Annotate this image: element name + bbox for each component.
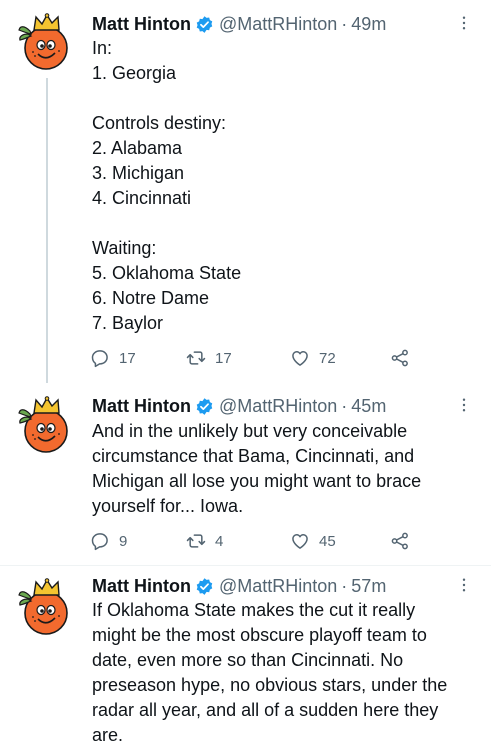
- tweet-text: If Oklahoma State makes the cut it reall…: [92, 598, 467, 748]
- like-count: 45: [319, 532, 336, 550]
- tweet-text-line: date, even more so than Cincinnati. No: [92, 650, 404, 670]
- avatar[interactable]: [16, 395, 76, 455]
- retweet-count: 4: [215, 532, 224, 550]
- tweet-text-line: 2. Alabama: [92, 138, 183, 158]
- reply-button[interactable]: 17: [90, 348, 186, 368]
- reply-count: 17: [119, 349, 136, 367]
- more-icon[interactable]: [455, 396, 473, 414]
- tweet-header: Matt Hinton @MattRHinton · 49m: [92, 12, 477, 36]
- author-handle[interactable]: @MattRHinton: [219, 574, 337, 598]
- author-name[interactable]: Matt Hinton: [92, 394, 191, 418]
- retweet-count: 17: [215, 349, 232, 367]
- like-icon: [290, 531, 310, 551]
- timeline: Matt Hinton @MattRHinton · 49m In: 1. Ge…: [0, 0, 491, 750]
- tweet-text-line: radar all year, and all of a sudden here…: [92, 700, 439, 720]
- share-icon: [390, 348, 410, 368]
- retweet-button[interactable]: 4: [186, 531, 290, 551]
- tweet-text-line: Michigan all lose you might want to brac…: [92, 471, 422, 491]
- tweet-text-line: 4. Cincinnati: [92, 188, 192, 208]
- tweet[interactable]: Matt Hinton @MattRHinton · 57m If Oklaho…: [0, 566, 491, 750]
- tweet-text-line: And in the unlikely but very conceivable: [92, 421, 408, 441]
- retweet-icon: [186, 531, 206, 551]
- tweet-text-line: 7. Baylor: [92, 313, 164, 333]
- share-icon: [390, 531, 410, 551]
- tweet-text-line: In:: [92, 38, 113, 58]
- like-button[interactable]: 72: [290, 348, 390, 368]
- tweet-text-line: 6. Notre Dame: [92, 288, 210, 308]
- tweet-text-line: are.: [92, 725, 124, 745]
- tweet-text-line: 5. Oklahoma State: [92, 263, 242, 283]
- tweet-text-line: If Oklahoma State makes the cut it reall…: [92, 600, 416, 620]
- share-button[interactable]: [390, 348, 410, 368]
- tweet[interactable]: Matt Hinton @MattRHinton · 49m In: 1. Ge…: [0, 0, 491, 383]
- tweet-header: Matt Hinton @MattRHinton · 57m: [92, 574, 477, 598]
- tweet-text-line: preseason hype, no obvious stars, under …: [92, 675, 448, 695]
- tweet-text-line: yourself for... Iowa.: [92, 496, 244, 516]
- tweet-text-line: [92, 211, 467, 236]
- author-handle[interactable]: @MattRHinton: [219, 12, 337, 36]
- tweet-text-line: might be the most obscure playoff team t…: [92, 625, 427, 645]
- tweet-text: In: 1. Georgia Controls destiny: 2. Alab…: [92, 36, 467, 336]
- retweet-icon: [186, 348, 206, 368]
- verified-badge-icon: [195, 397, 214, 416]
- separator-dot: ·: [341, 396, 348, 416]
- verified-badge-icon: [195, 577, 214, 596]
- reply-count: 9: [119, 532, 128, 550]
- like-count: 72: [319, 349, 336, 367]
- tweet-time[interactable]: 49m: [351, 12, 386, 36]
- reply-icon: [90, 348, 110, 368]
- tweet-text-line: [92, 86, 467, 111]
- tweet-text-line: Controls destiny:: [92, 113, 227, 133]
- tweet-actions: 17 17 72: [90, 346, 410, 370]
- tweet-text-line: 1. Georgia: [92, 63, 177, 83]
- avatar[interactable]: [16, 12, 76, 72]
- reply-icon: [90, 531, 110, 551]
- thread-line: [46, 78, 48, 383]
- more-icon[interactable]: [455, 576, 473, 594]
- author-name[interactable]: Matt Hinton: [92, 574, 191, 598]
- separator-dot: ·: [341, 14, 348, 34]
- tweet-text: And in the unlikely but very conceivable…: [92, 419, 467, 519]
- tweet[interactable]: Matt Hinton @MattRHinton · 45m And in th…: [0, 383, 491, 565]
- tweet-text-line: Waiting:: [92, 238, 157, 258]
- reply-button[interactable]: 9: [90, 531, 186, 551]
- tweet-actions: 9 4 45: [90, 529, 410, 553]
- share-button[interactable]: [390, 531, 410, 551]
- tweet-time[interactable]: 57m: [351, 574, 386, 598]
- author-handle[interactable]: @MattRHinton: [219, 394, 337, 418]
- separator-dot: ·: [341, 576, 348, 596]
- tweet-text-line: circumstance that Bama, Cincinnati, and: [92, 446, 415, 466]
- tweet-text-line: 3. Michigan: [92, 163, 185, 183]
- like-button[interactable]: 45: [290, 531, 390, 551]
- tweet-time[interactable]: 45m: [351, 394, 386, 418]
- like-icon: [290, 348, 310, 368]
- verified-badge-icon: [195, 15, 214, 34]
- retweet-button[interactable]: 17: [186, 348, 290, 368]
- avatar[interactable]: [16, 577, 76, 637]
- more-icon[interactable]: [455, 14, 473, 32]
- author-name[interactable]: Matt Hinton: [92, 12, 191, 36]
- tweet-header: Matt Hinton @MattRHinton · 45m: [92, 394, 477, 418]
